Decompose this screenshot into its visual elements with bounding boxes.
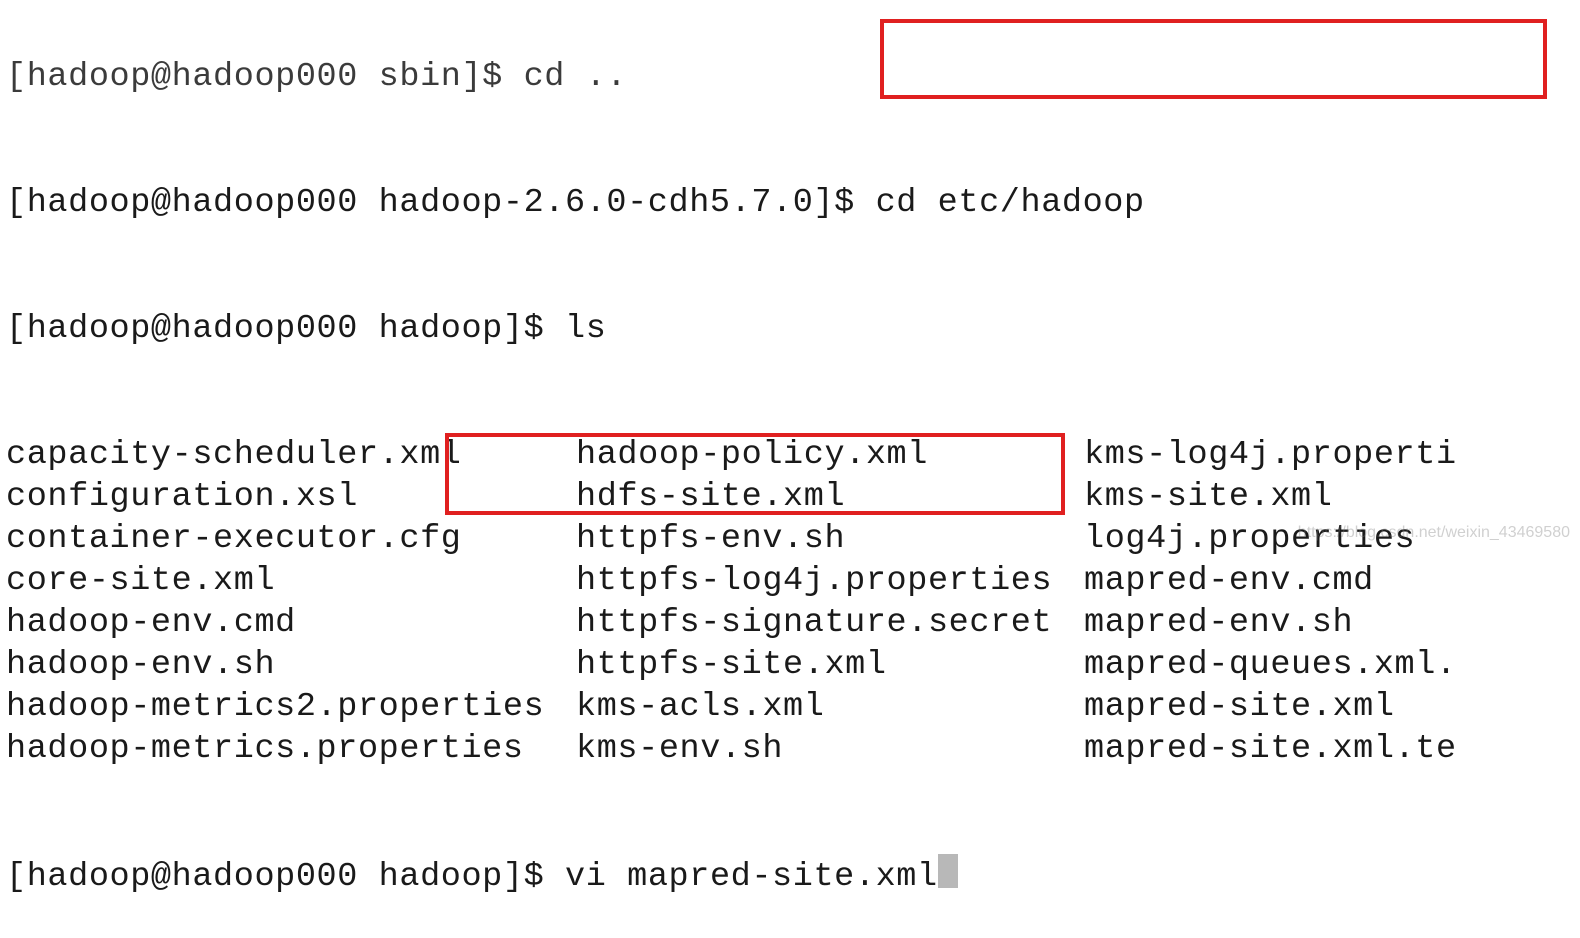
prompt: [hadoop@hadoop000 hadoop]$: [6, 858, 544, 896]
prompt-line-vi: [hadoop@hadoop000 hadoop]$ vi mapred-sit…: [6, 854, 1580, 898]
command-cd: cd etc/hadoop: [876, 184, 1145, 222]
terminal-cursor: [938, 854, 958, 888]
prompt: [hadoop@hadoop000 hadoop]$: [6, 310, 544, 348]
prompt-line-cd: [hadoop@hadoop000 hadoop-2.6.0-cdh5.7.0]…: [6, 182, 1580, 224]
prompt-line-ls: [hadoop@hadoop000 hadoop]$ ls: [6, 308, 1580, 350]
command-vi: vi mapred-site.xml: [565, 858, 938, 896]
highlight-box-vi-command: [445, 433, 1065, 515]
command-ls: ls: [565, 310, 606, 348]
watermark-text: https://blog.csdn.net/weixin_43469580: [1298, 512, 1570, 554]
highlight-box-cd-command: [880, 19, 1547, 99]
ls-column-3: kms-log4j.properti kms-site.xml log4j.pr…: [1084, 434, 1580, 770]
prompt: [hadoop@hadoop000 hadoop-2.6.0-cdh5.7.0]…: [6, 184, 855, 222]
